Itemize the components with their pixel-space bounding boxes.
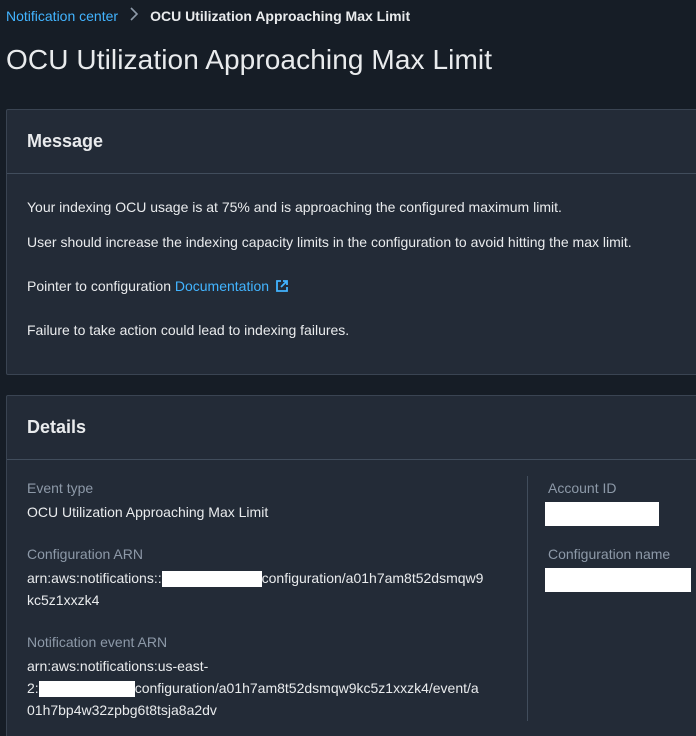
message-line-warning: Failure to take action could lead to ind…	[27, 322, 350, 338]
message-panel: Message Your indexing OCU usage is at 75…	[6, 109, 696, 375]
message-line-usage: Your indexing OCU usage is at 75% and is…	[27, 199, 562, 215]
documentation-link[interactable]: Documentation	[175, 278, 289, 294]
message-heading: Message	[7, 110, 696, 174]
message-line-pointer: Pointer to configuration Documentation	[27, 278, 289, 296]
breadcrumb-current: OCU Utilization Approaching Max Limit	[150, 8, 411, 24]
message-line-recommendation: User should increase the indexing capaci…	[27, 234, 632, 250]
event-type-label: Event type	[27, 480, 94, 496]
redacted-account-block	[161, 571, 262, 588]
account-id-label: Account ID	[548, 480, 617, 496]
configuration-arn-label: Configuration ARN	[27, 546, 143, 562]
notification-event-arn-line3: 01h7bp4w32zpbg6t8tsja8a2dv	[27, 702, 217, 718]
configuration-arn-prefix: arn:aws:notifications::	[27, 570, 162, 586]
notification-event-arn-label: Notification event ARN	[27, 634, 168, 650]
documentation-link-label[interactable]: Documentation	[175, 278, 269, 294]
redacted-configuration-name	[545, 568, 691, 592]
event-type-value: OCU Utilization Approaching Max Limit	[27, 504, 269, 520]
page-title: OCU Utilization Approaching Max Limit	[6, 44, 493, 75]
details-heading: Details	[7, 396, 696, 460]
configuration-arn-suffix: configuration/a01h7am8t52dsmqw9	[261, 570, 484, 586]
chevron-right-icon	[124, 6, 144, 26]
configuration-arn-value-line1: arn:aws:notifications:: configuration/a01…	[27, 570, 484, 588]
notification-detail-page: Notification center OCU Utilization Appr…	[0, 0, 696, 736]
redacted-account-id	[545, 502, 659, 526]
configuration-arn-value-line2: kc5z1xxzk4	[27, 592, 100, 608]
details-panel: Details Event type OCU Utilization Appro…	[6, 395, 696, 736]
notification-event-arn-line1: arn:aws:notifications:us-east-	[27, 658, 209, 674]
column-divider	[527, 476, 528, 721]
redacted-account-block	[38, 681, 135, 698]
pointer-prefix: Pointer to configuration	[27, 278, 175, 294]
breadcrumb-notification-center-link[interactable]: Notification center	[6, 8, 118, 24]
breadcrumb: Notification center OCU Utilization Appr…	[6, 6, 410, 26]
external-link-icon[interactable]	[275, 279, 289, 296]
notification-event-arn-line2: 2: configuration/a01h7am8t52dsmqw9kc5z1xx…	[27, 680, 479, 698]
configuration-name-label: Configuration name	[548, 546, 671, 562]
event-arn-suffix: configuration/a01h7am8t52dsmqw9kc5z1xxzk…	[134, 680, 479, 696]
event-arn-prefix: 2:	[27, 680, 39, 696]
